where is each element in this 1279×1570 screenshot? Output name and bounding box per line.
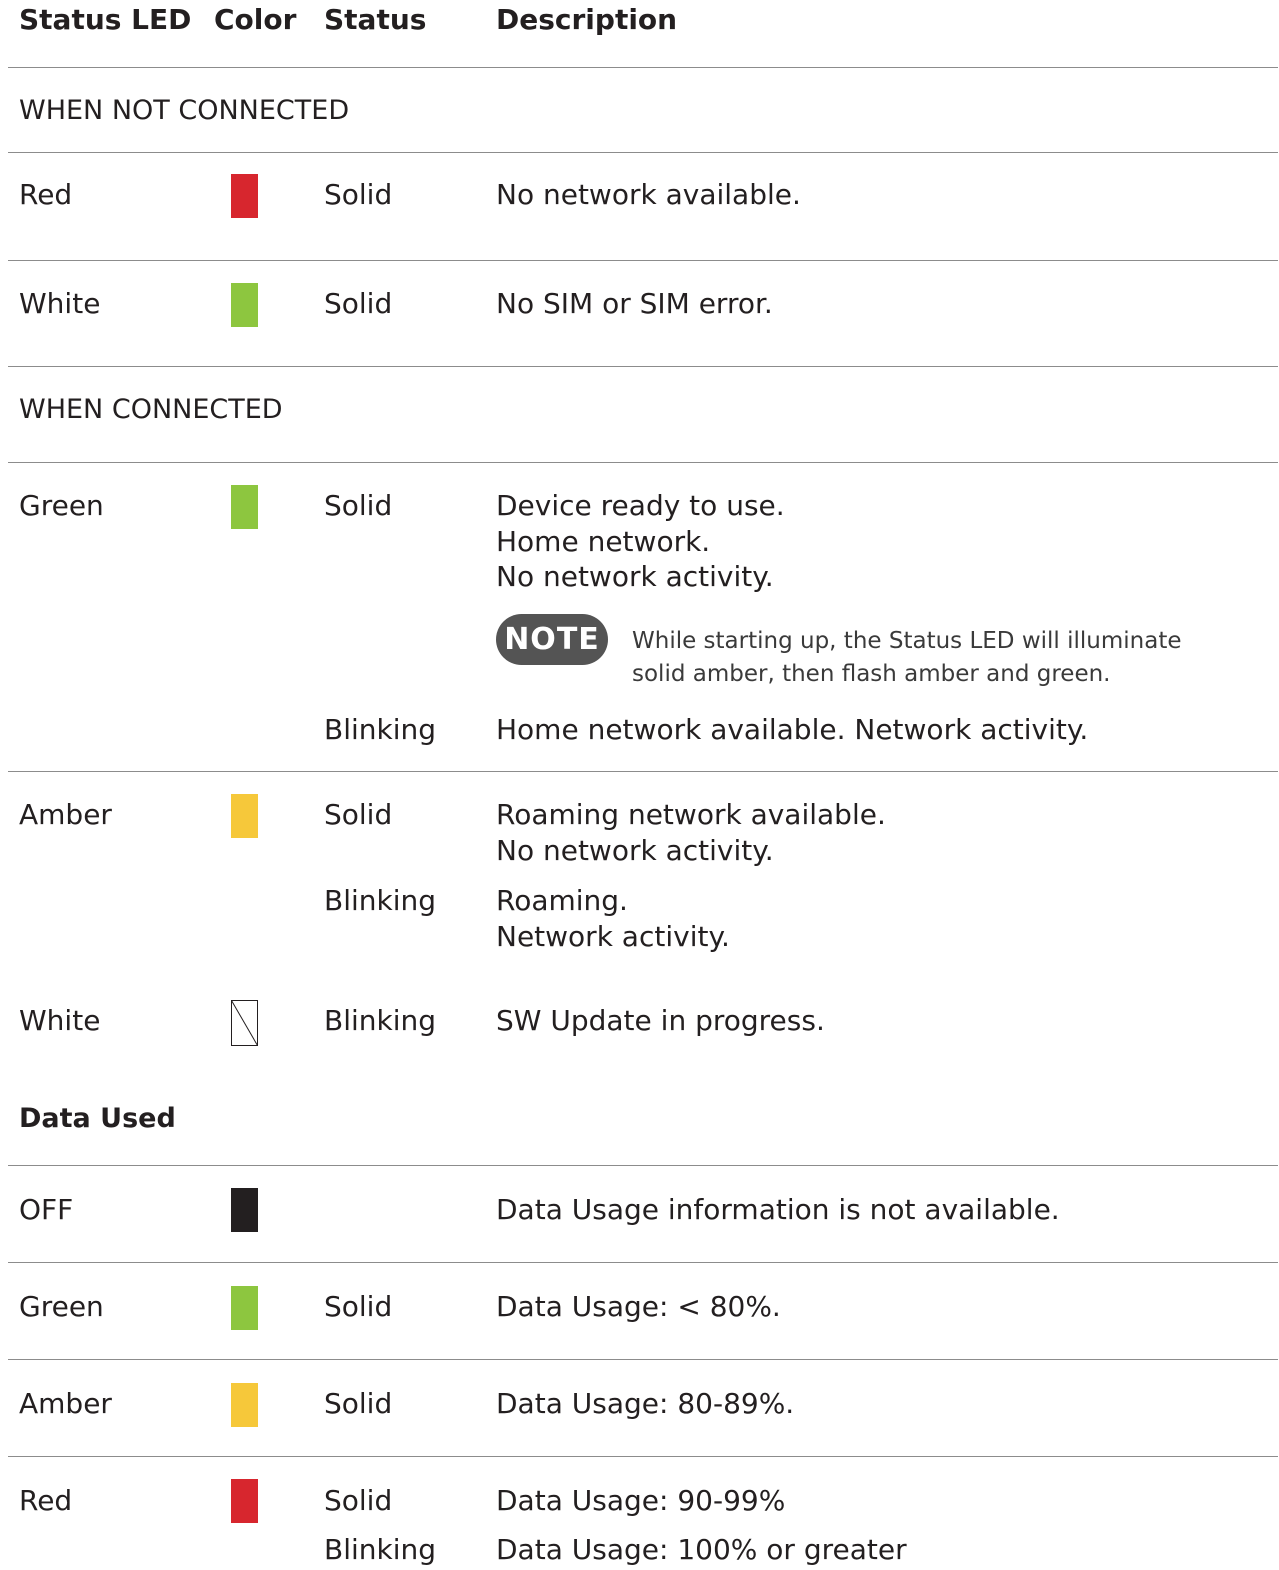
description: Data Usage information is not available. bbox=[496, 1193, 1060, 1226]
note-badge-label: NOTE bbox=[504, 622, 600, 657]
status-value: Solid bbox=[324, 178, 393, 211]
led-label: White bbox=[19, 1004, 101, 1037]
section-connected: WHEN CONNECTED bbox=[19, 394, 283, 425]
divider bbox=[8, 260, 1278, 261]
status-value: Solid bbox=[324, 1387, 393, 1420]
divider bbox=[8, 1262, 1278, 1263]
note-text: While starting up, the Status LED will i… bbox=[632, 628, 1182, 687]
header-description: Description bbox=[496, 3, 678, 36]
green-swatch bbox=[231, 1286, 258, 1330]
description: Data Usage: < 80%. bbox=[496, 1290, 781, 1323]
status-value: Solid bbox=[324, 489, 393, 522]
status-value: Solid bbox=[324, 1290, 393, 1323]
led-label: Green bbox=[19, 1290, 104, 1323]
status-value: Blinking bbox=[324, 713, 437, 746]
description: No network available. bbox=[496, 178, 801, 211]
led-label: Red bbox=[19, 178, 73, 211]
description: Roaming. Network activity. bbox=[496, 884, 730, 953]
note-badge: NOTE bbox=[496, 614, 608, 665]
led-label: Green bbox=[19, 489, 104, 522]
led-label: Amber bbox=[19, 798, 112, 831]
amber-swatch bbox=[231, 1383, 258, 1427]
led-label: White bbox=[19, 287, 101, 320]
green-swatch bbox=[231, 283, 258, 327]
section-not-connected: WHEN NOT CONNECTED bbox=[19, 95, 350, 126]
black-swatch bbox=[231, 1188, 258, 1232]
description: Roaming network available. No network ac… bbox=[496, 798, 886, 867]
description: Data Usage: 100% or greater bbox=[496, 1533, 907, 1566]
divider bbox=[8, 1165, 1278, 1166]
divider bbox=[8, 771, 1278, 772]
divider bbox=[8, 462, 1278, 463]
section-data-used: Data Used bbox=[19, 1103, 176, 1134]
divider bbox=[8, 152, 1278, 153]
header-color: Color bbox=[214, 3, 297, 36]
divider bbox=[8, 366, 1278, 367]
amber-swatch bbox=[231, 794, 258, 838]
status-value: Blinking bbox=[324, 884, 437, 917]
green-swatch bbox=[231, 485, 258, 529]
status-value: Solid bbox=[324, 1484, 393, 1517]
description: No SIM or SIM error. bbox=[496, 287, 773, 320]
status-value: Blinking bbox=[324, 1533, 437, 1566]
description: Device ready to use. Home network. No ne… bbox=[496, 489, 785, 593]
led-label: Red bbox=[19, 1484, 73, 1517]
description: Data Usage: 80-89%. bbox=[496, 1387, 795, 1420]
red-swatch bbox=[231, 1479, 258, 1523]
status-value: Solid bbox=[324, 287, 393, 320]
header-status: Status bbox=[324, 3, 427, 36]
status-value: Blinking bbox=[324, 1004, 437, 1037]
divider bbox=[8, 1359, 1278, 1360]
description: SW Update in progress. bbox=[496, 1004, 825, 1037]
white-blinking-swatch bbox=[231, 1000, 258, 1046]
divider bbox=[8, 67, 1278, 68]
divider bbox=[8, 1456, 1278, 1457]
led-label: Amber bbox=[19, 1387, 112, 1420]
led-label: OFF bbox=[19, 1193, 74, 1226]
header-status-led: Status LED bbox=[19, 3, 192, 36]
status-value: Solid bbox=[324, 798, 393, 831]
description: Data Usage: 90-99% bbox=[496, 1484, 786, 1517]
red-swatch bbox=[231, 174, 258, 218]
description: Home network available. Network activity… bbox=[496, 713, 1089, 746]
